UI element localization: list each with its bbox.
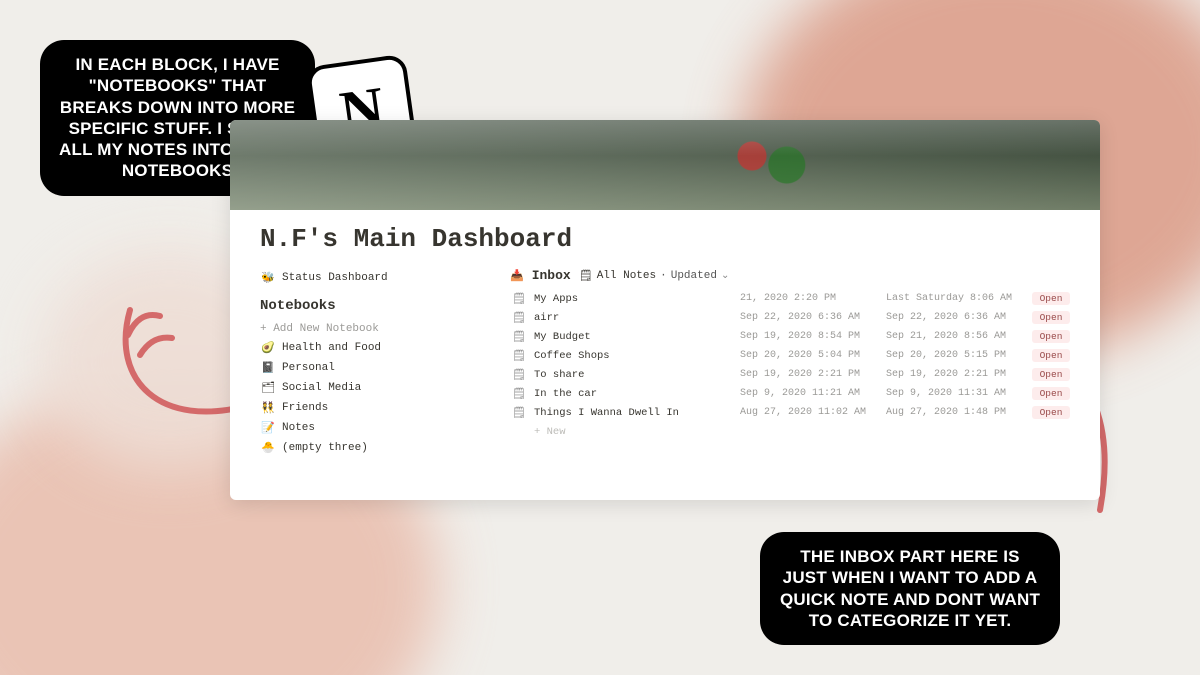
chick-icon: 🐣 (260, 441, 276, 455)
row-updated: Sep 21, 2020 8:56 AM (886, 331, 1026, 342)
open-button[interactable]: Open (1032, 387, 1070, 400)
bee-icon: 🐝 (260, 271, 276, 285)
notebook-item[interactable]: 🗂 Social Media (260, 378, 470, 398)
notebook-label: (empty three) (282, 442, 368, 454)
page-icon: 🗒 (510, 292, 528, 306)
row-created: Sep 20, 2020 5:04 PM (740, 350, 880, 361)
inbox-sort-label: Updated (671, 270, 717, 282)
page-icon: 🗒 (510, 368, 528, 382)
chevron-down-icon: ⌄ (721, 270, 729, 282)
notebook-item[interactable]: 👯 Friends (260, 398, 470, 418)
open-button[interactable]: Open (1032, 292, 1070, 305)
row-name: My Apps (534, 293, 734, 305)
inbox-view-switcher[interactable]: 🗒 All Notes · Updated ⌄ (579, 269, 730, 283)
notebook-label: Notes (282, 422, 315, 434)
notebook-item[interactable]: 🥑 Health and Food (260, 338, 470, 358)
row-updated: Sep 9, 2020 11:31 AM (886, 388, 1026, 399)
notebook-icon: 📓 (260, 361, 276, 375)
add-notebook-button[interactable]: + Add New Notebook (260, 320, 470, 338)
row-name: Coffee Shops (534, 350, 734, 362)
notebooks-heading: Notebooks (260, 298, 470, 314)
folder-icon: 🗂 (260, 381, 276, 395)
notebook-label: Health and Food (282, 342, 381, 354)
status-dashboard-label: Status Dashboard (282, 272, 388, 284)
table-row[interactable]: 🗒 My Apps 21, 2020 2:20 PM Last Saturday… (510, 289, 1070, 308)
open-button[interactable]: Open (1032, 368, 1070, 381)
inbox-header: 📥 Inbox 🗒 All Notes · Updated ⌄ (510, 268, 1070, 283)
row-created: Sep 19, 2020 2:21 PM (740, 369, 880, 380)
add-notebook-label: + Add New Notebook (260, 323, 379, 335)
open-button[interactable]: Open (1032, 406, 1070, 419)
row-name: Things I Wanna Dwell In (534, 407, 734, 419)
row-updated: Sep 22, 2020 6:36 AM (886, 312, 1026, 323)
new-row-label: + New (534, 426, 566, 438)
inbox-view-label: All Notes (597, 270, 656, 282)
row-updated: Aug 27, 2020 1:48 PM (886, 407, 1026, 418)
table-row[interactable]: 🗒 Things I Wanna Dwell In Aug 27, 2020 1… (510, 403, 1070, 422)
inbox-icon: 📥 (510, 269, 524, 283)
page-icon: 🗒 (510, 406, 528, 420)
right-column: 📥 Inbox 🗒 All Notes · Updated ⌄ 🗒 My App… (510, 268, 1070, 458)
page-cover (230, 120, 1100, 210)
annotation-bottom: THE INBOX PART HERE IS JUST WHEN I WANT … (760, 532, 1060, 645)
open-button[interactable]: Open (1032, 349, 1070, 362)
new-row-button[interactable]: + New (510, 422, 1070, 438)
notes-icon: 📝 (260, 421, 276, 435)
left-column: 🐝 Status Dashboard Notebooks + Add New N… (260, 268, 470, 458)
page-icon: 🗒 (510, 387, 528, 401)
row-updated: Last Saturday 8:06 AM (886, 293, 1026, 304)
list-icon: 🗒 (579, 269, 593, 283)
open-button[interactable]: Open (1032, 311, 1070, 324)
row-name: In the car (534, 388, 734, 400)
table-row[interactable]: 🗒 In the car Sep 9, 2020 11:21 AM Sep 9,… (510, 384, 1070, 403)
table-row[interactable]: 🗒 To share Sep 19, 2020 2:21 PM Sep 19, … (510, 365, 1070, 384)
row-name: airr (534, 312, 734, 324)
page-icon: 🗒 (510, 349, 528, 363)
notebook-label: Personal (282, 362, 335, 374)
open-button[interactable]: Open (1032, 330, 1070, 343)
page-icon: 🗒 (510, 311, 528, 325)
row-updated: Sep 20, 2020 5:15 PM (886, 350, 1026, 361)
row-created: 21, 2020 2:20 PM (740, 293, 880, 304)
table-row[interactable]: 🗒 airr Sep 22, 2020 6:36 AM Sep 22, 2020… (510, 308, 1070, 327)
notion-window: N.F's Main Dashboard 🐝 Status Dashboard … (230, 120, 1100, 500)
status-dashboard-link[interactable]: 🐝 Status Dashboard (260, 268, 470, 288)
row-updated: Sep 19, 2020 2:21 PM (886, 369, 1026, 380)
notebook-item[interactable]: 🐣 (empty three) (260, 438, 470, 458)
notebook-item[interactable]: 📓 Personal (260, 358, 470, 378)
row-created: Sep 9, 2020 11:21 AM (740, 388, 880, 399)
row-name: My Budget (534, 331, 734, 343)
avocado-icon: 🥑 (260, 341, 276, 355)
notebook-label: Friends (282, 402, 328, 414)
notebook-label: Social Media (282, 382, 361, 394)
row-name: To share (534, 369, 734, 381)
friends-icon: 👯 (260, 401, 276, 415)
inbox-title: Inbox (532, 268, 571, 283)
row-created: Aug 27, 2020 11:02 AM (740, 407, 880, 418)
table-row[interactable]: 🗒 My Budget Sep 19, 2020 8:54 PM Sep 21,… (510, 327, 1070, 346)
page-title: N.F's Main Dashboard (260, 224, 1070, 254)
annotation-bottom-text: THE INBOX PART HERE IS JUST WHEN I WANT … (780, 547, 1040, 630)
notebook-item[interactable]: 📝 Notes (260, 418, 470, 438)
table-row[interactable]: 🗒 Coffee Shops Sep 20, 2020 5:04 PM Sep … (510, 346, 1070, 365)
row-created: Sep 19, 2020 8:54 PM (740, 331, 880, 342)
row-created: Sep 22, 2020 6:36 AM (740, 312, 880, 323)
page-icon: 🗒 (510, 330, 528, 344)
